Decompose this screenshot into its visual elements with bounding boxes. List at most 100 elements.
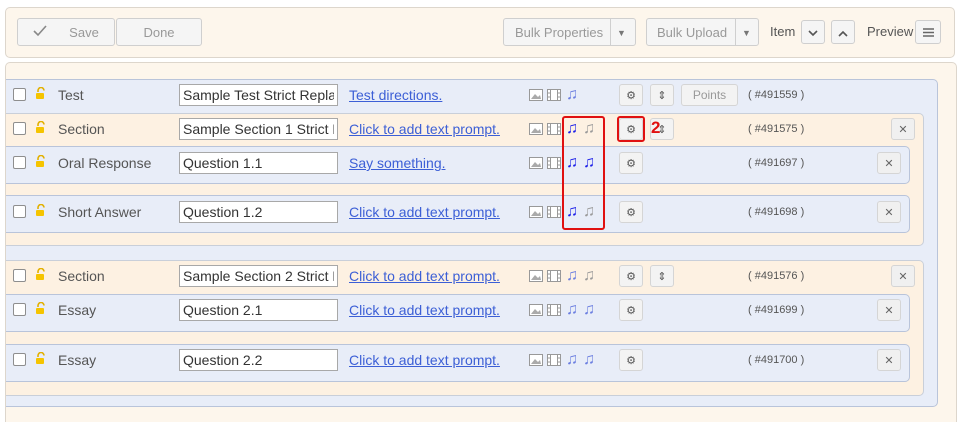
chevron-up-icon [838, 25, 848, 40]
audio-highlight-box [562, 116, 605, 230]
close-icon: ✕ [898, 270, 908, 283]
delete-button[interactable]: ✕ [891, 265, 915, 287]
film-icon[interactable] [547, 123, 561, 138]
title-input[interactable] [179, 118, 338, 140]
film-icon[interactable] [547, 304, 561, 319]
close-icon: ✕ [884, 354, 894, 367]
select-checkbox[interactable] [13, 88, 26, 101]
image-icon[interactable] [529, 206, 543, 221]
item-id: ( #491700 ) [748, 354, 805, 366]
delete-button[interactable]: ✕ [877, 299, 901, 321]
close-icon: ✕ [898, 123, 908, 136]
title-input[interactable] [179, 201, 338, 223]
annotation-number: 2 [651, 118, 661, 137]
settings-button[interactable]: ⚙ [619, 201, 643, 223]
select-checkbox[interactable] [13, 269, 26, 282]
music-note-icon[interactable]: ♫ [566, 87, 578, 103]
film-icon[interactable] [547, 157, 561, 172]
music-note-icon[interactable]: ♫ [583, 352, 595, 368]
film-icon[interactable] [547, 354, 561, 369]
prompt-link[interactable]: Click to add text prompt. [349, 204, 500, 220]
image-icon[interactable] [529, 354, 543, 369]
lock-icon[interactable] [35, 351, 47, 368]
select-checkbox[interactable] [13, 303, 26, 316]
split-divider [610, 19, 611, 45]
music-note-icon[interactable]: ♫ [566, 268, 578, 284]
preview-label: Preview [867, 24, 914, 39]
image-icon[interactable] [529, 157, 543, 172]
music-note-icon[interactable]: ♫ [583, 302, 595, 318]
bulk-upload-button[interactable]: Bulk Upload ▼ [646, 18, 759, 46]
prompt-link[interactable]: Click to add text prompt. [349, 121, 500, 137]
bulk-properties-button[interactable]: Bulk Properties ▼ [503, 18, 636, 46]
caret-down-icon[interactable]: ▼ [617, 28, 626, 38]
select-checkbox[interactable] [13, 353, 26, 366]
sort-button[interactable]: ⇕ [650, 265, 674, 287]
item-id: ( #491698 ) [748, 206, 805, 218]
title-input[interactable] [179, 265, 338, 287]
prompt-link[interactable]: Click to add text prompt. [349, 352, 500, 368]
item-type-label: Oral Response [58, 155, 152, 171]
close-icon: ✕ [884, 304, 894, 317]
check-icon [33, 24, 47, 40]
save-button[interactable]: Save [17, 18, 115, 46]
select-checkbox[interactable] [13, 122, 26, 135]
item-type-label: Test [58, 87, 84, 103]
delete-button[interactable]: ✕ [877, 349, 901, 371]
item-up-button[interactable] [831, 20, 855, 44]
delete-button[interactable]: ✕ [877, 152, 901, 174]
title-input[interactable] [179, 299, 338, 321]
film-icon[interactable] [547, 89, 561, 104]
settings-button[interactable]: ⚙ [619, 265, 643, 287]
lock-icon[interactable] [35, 120, 47, 137]
lock-icon[interactable] [35, 301, 47, 318]
lock-icon[interactable] [35, 154, 47, 171]
settings-button[interactable]: ⚙ [619, 152, 643, 174]
sort-button[interactable]: ⇕ [650, 84, 674, 106]
title-input[interactable] [179, 349, 338, 371]
done-button[interactable]: Done [116, 18, 202, 46]
delete-button[interactable]: ✕ [877, 201, 901, 223]
item-down-button[interactable] [801, 20, 825, 44]
music-note-icon[interactable]: ♫ [566, 352, 578, 368]
gear-icon: ⚙ [626, 270, 636, 283]
chevron-down-icon [808, 25, 818, 40]
item-id: ( #491575 ) [748, 123, 805, 135]
select-checkbox[interactable] [13, 156, 26, 169]
gear-icon: ⚙ [626, 206, 636, 219]
close-icon: ✕ [884, 206, 894, 219]
settings-button[interactable]: ⚙ [619, 84, 643, 106]
close-icon: ✕ [884, 157, 894, 170]
prompt-link[interactable]: Click to add text prompt. [349, 268, 500, 284]
menu-icon [922, 25, 934, 40]
lock-icon[interactable] [35, 86, 47, 103]
image-icon[interactable] [529, 270, 543, 285]
caret-down-icon[interactable]: ▼ [742, 28, 751, 38]
prompt-link[interactable]: Click to add text prompt. [349, 302, 500, 318]
music-note-icon[interactable]: ♫ [566, 302, 578, 318]
split-divider [735, 19, 736, 45]
film-icon[interactable] [547, 270, 561, 285]
item-type-label: Essay [58, 302, 97, 318]
settings-button[interactable]: ⚙ [619, 299, 643, 321]
gear-icon: ⚙ [626, 157, 636, 170]
music-note-icon[interactable]: ♫ [583, 268, 595, 284]
preview-menu-button[interactable] [915, 20, 941, 44]
title-input[interactable] [179, 152, 338, 174]
gear-icon: ⚙ [626, 354, 636, 367]
delete-button[interactable]: ✕ [891, 118, 915, 140]
title-input[interactable] [179, 84, 338, 106]
prompt-link[interactable]: Test directions. [349, 87, 442, 103]
image-icon[interactable] [529, 89, 543, 104]
settings-button[interactable]: ⚙ [619, 349, 643, 371]
image-icon[interactable] [529, 304, 543, 319]
film-icon[interactable] [547, 206, 561, 221]
image-icon[interactable] [529, 123, 543, 138]
done-label: Done [143, 24, 175, 40]
prompt-link[interactable]: Say something. [349, 155, 446, 171]
lock-icon[interactable] [35, 267, 47, 284]
select-checkbox[interactable] [13, 205, 26, 218]
points-button[interactable]: Points [681, 84, 738, 106]
item-type-label: Short Answer [58, 204, 142, 220]
lock-icon[interactable] [35, 203, 47, 220]
